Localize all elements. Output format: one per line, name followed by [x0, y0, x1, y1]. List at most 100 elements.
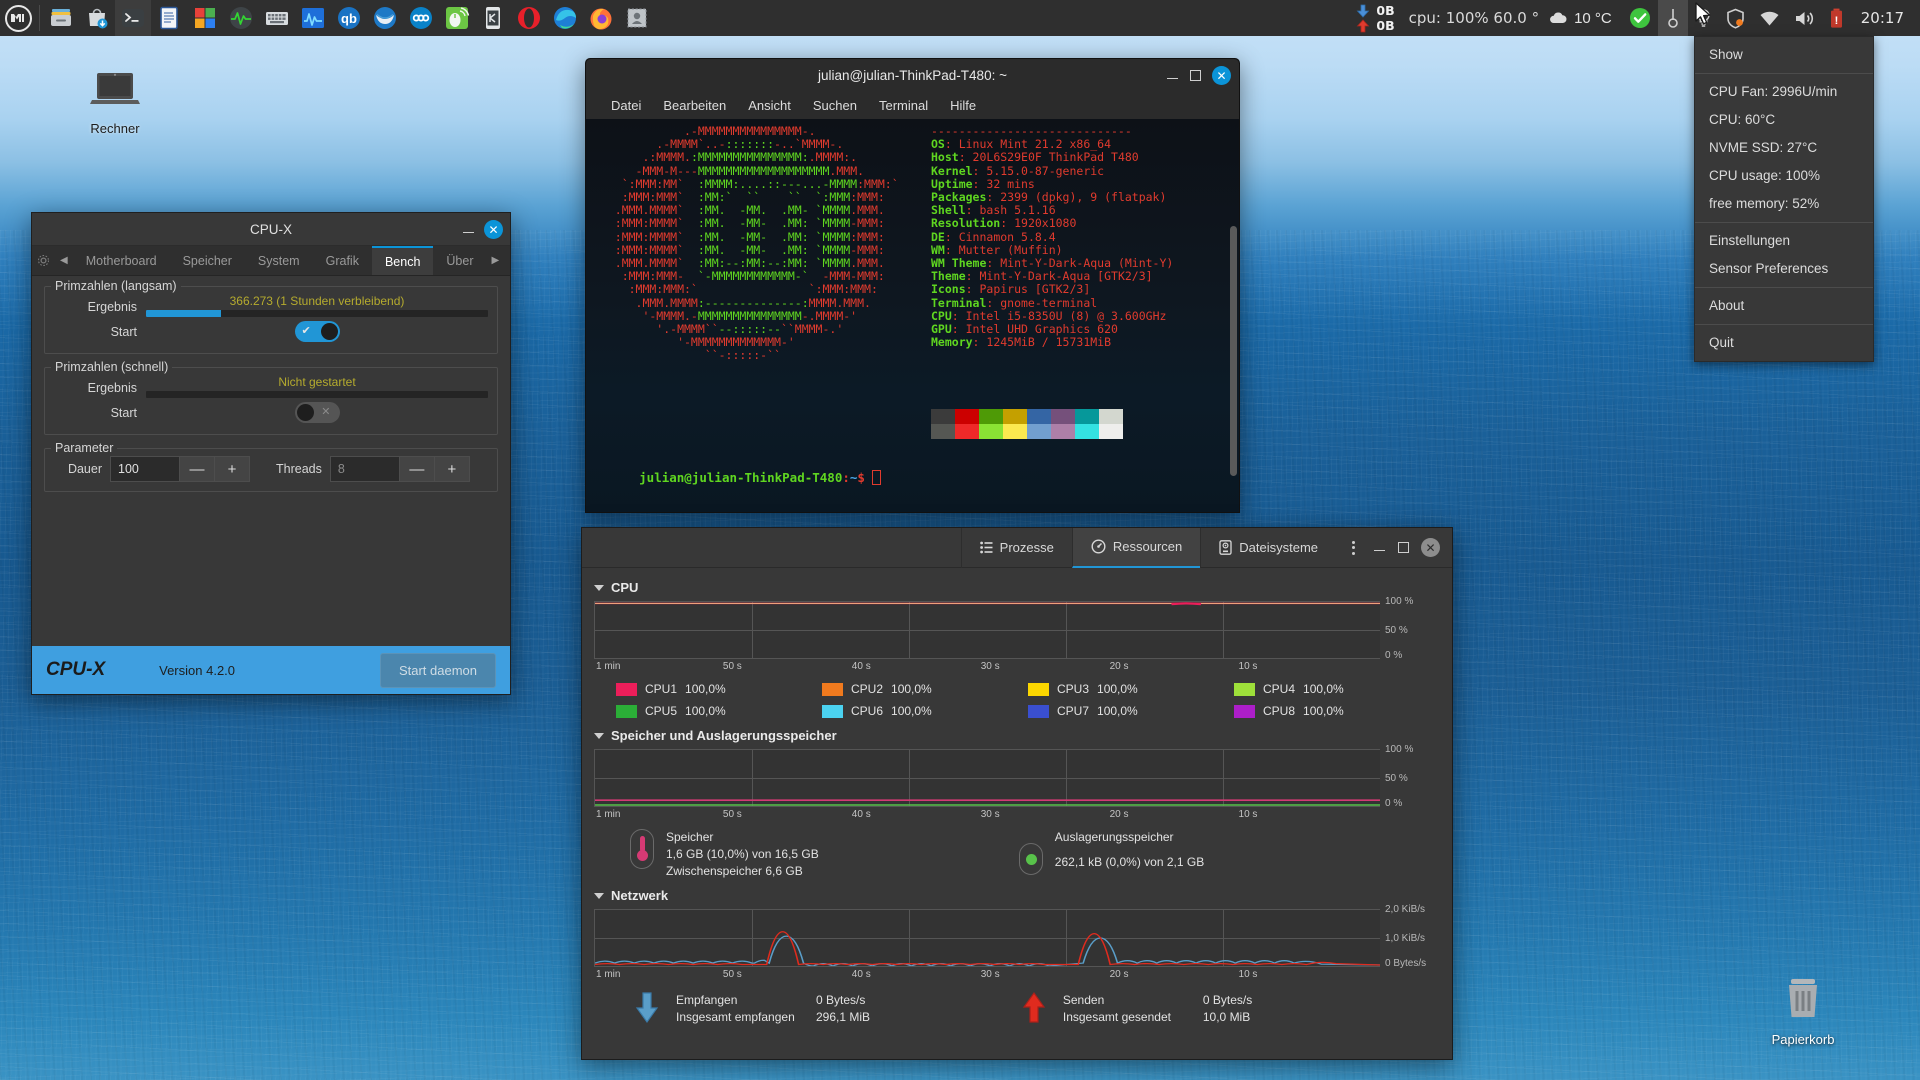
- network-graph-lines: [595, 931, 1380, 966]
- cpu-graph: [594, 601, 1380, 659]
- launcher-files[interactable]: [43, 0, 79, 36]
- volume-icon[interactable]: [1787, 0, 1822, 36]
- threads-decrement-button[interactable]: —: [399, 456, 435, 482]
- memory-section-header[interactable]: Speicher und Auslagerungsspeicher: [594, 728, 1440, 743]
- close-button[interactable]: ✕: [1212, 66, 1231, 85]
- memory-legend: Speicher 1,6 GB (10,0%) von 16,5 GB Zwis…: [594, 823, 1440, 880]
- terminal-scrollbar[interactable]: [1230, 181, 1237, 512]
- clock-applet[interactable]: 20:17: [1851, 9, 1914, 27]
- network-wifi-icon[interactable]: [1752, 0, 1787, 36]
- memory-section-title: Speicher und Auslagerungsspeicher: [611, 728, 837, 743]
- launcher-qbittorrent[interactable]: qb: [331, 0, 367, 36]
- cpu-temp-applet[interactable]: cpu: 100% 60.0 °: [1409, 9, 1539, 27]
- launcher-opera[interactable]: [511, 0, 547, 36]
- prompt-colon: :: [842, 469, 850, 485]
- maximize-button[interactable]: [1190, 70, 1201, 81]
- close-button[interactable]: ✕: [1421, 538, 1440, 557]
- threads-increment-button[interactable]: +: [434, 456, 470, 482]
- tray-menu-item-free-memory[interactable]: free memory: 52%: [1695, 190, 1873, 218]
- tray-menu-item-about[interactable]: About: [1695, 292, 1873, 320]
- tray-menu-item-einstellungen[interactable]: Einstellungen: [1695, 227, 1873, 255]
- tab-dateisysteme[interactable]: Dateisysteme: [1200, 527, 1336, 568]
- gear-icon[interactable]: [32, 246, 55, 275]
- primes-fast-start-toggle[interactable]: ✕: [294, 402, 340, 423]
- launcher-mouse-settings[interactable]: [439, 0, 475, 36]
- net-xtick-2: 40 s: [851, 969, 871, 980]
- launcher-thunderbird[interactable]: [367, 0, 403, 36]
- launcher-stamp-app[interactable]: [619, 0, 655, 36]
- network-section-header[interactable]: Netzwerk: [594, 888, 1440, 903]
- tray-menu-item-cpu-temp[interactable]: CPU: 60°C: [1695, 106, 1873, 134]
- duration-increment-button[interactable]: +: [215, 456, 250, 482]
- color-swatch: [1003, 424, 1027, 439]
- desktop-icon-trash[interactable]: Papierkorb: [1751, 975, 1855, 1047]
- launcher-microsoft-office[interactable]: [187, 0, 223, 36]
- tab-ressourcen[interactable]: Ressourcen: [1071, 527, 1201, 568]
- menu-ansicht[interactable]: Ansicht: [737, 95, 802, 116]
- start-daemon-button[interactable]: Start daemon: [379, 652, 496, 688]
- minimize-button[interactable]: [1373, 541, 1386, 554]
- cpu-section-header[interactable]: CPU: [594, 580, 1440, 595]
- terminal-window-buttons: ✕: [1166, 59, 1231, 92]
- menu-bearbeiten[interactable]: Bearbeiten: [652, 95, 737, 116]
- tab-ueber[interactable]: Über: [433, 246, 486, 275]
- launcher-software-manager[interactable]: [79, 0, 115, 36]
- launcher-onboard-keyboard[interactable]: [259, 0, 295, 36]
- launcher-nextcloud[interactable]: [403, 0, 439, 36]
- minimize-button[interactable]: [462, 223, 475, 236]
- launcher-kde-connect[interactable]: [475, 0, 511, 36]
- tabs-scroll-left[interactable]: ◀: [55, 246, 73, 275]
- tab-motherboard[interactable]: Motherboard: [73, 246, 170, 275]
- tab-system[interactable]: System: [245, 246, 313, 275]
- menu-datei[interactable]: Datei: [600, 95, 652, 116]
- update-manager-tray-icon[interactable]: [1622, 0, 1658, 36]
- close-button[interactable]: ✕: [484, 220, 503, 239]
- cpu-ytick-100: 100 %: [1385, 596, 1414, 607]
- launcher-terminal[interactable]: [115, 0, 151, 36]
- launcher-psensor[interactable]: [295, 0, 331, 36]
- tab-grafik[interactable]: Grafik: [313, 246, 372, 275]
- battery-icon[interactable]: !: [1822, 0, 1851, 36]
- launcher-system-monitor[interactable]: [223, 0, 259, 36]
- tray-menu-item-show[interactable]: Show: [1695, 41, 1873, 69]
- shield-icon[interactable]: [1719, 0, 1752, 36]
- duration-decrement-button[interactable]: —: [180, 456, 215, 482]
- cpu-graph-row: 100 % 50 % 0 %: [594, 596, 1440, 661]
- launcher-firefox[interactable]: [583, 0, 619, 36]
- menu-suchen[interactable]: Suchen: [802, 95, 868, 116]
- mint-menu-button[interactable]: [0, 0, 36, 36]
- tray-menu-item-quit[interactable]: Quit: [1695, 329, 1873, 357]
- launcher-microsoft-edge[interactable]: [547, 0, 583, 36]
- terminal-titlebar[interactable]: julian@julian-ThinkPad-T480: ~ ✕: [586, 59, 1239, 92]
- cpux-titlebar[interactable]: CPU-X ✕: [32, 213, 510, 246]
- psensor-tray-icon[interactable]: [1657, 0, 1688, 36]
- tab-prozesse[interactable]: Prozesse: [960, 527, 1072, 568]
- desktop-icon-computer[interactable]: Rechner: [63, 68, 167, 136]
- scrollbar-thumb[interactable]: [1230, 226, 1237, 476]
- tray-menu-item-nvme-temp[interactable]: NVME SSD: 27°C: [1695, 134, 1873, 162]
- tabs-scroll-right[interactable]: ▶: [487, 246, 505, 275]
- cpu-core-name: CPU8: [1263, 704, 1296, 718]
- cpu-legend-item: CPU2 100,0%: [822, 678, 1028, 700]
- tab-bench[interactable]: Bench: [371, 246, 434, 275]
- launcher-libreoffice-writer[interactable]: [151, 0, 187, 36]
- menu-separator: [1695, 324, 1873, 325]
- threads-input[interactable]: 8: [329, 456, 400, 482]
- more-options-icon[interactable]: [1352, 540, 1355, 555]
- weather-applet[interactable]: 10 °C: [1548, 10, 1612, 27]
- tray-menu-item-cpu-usage[interactable]: CPU usage: 100%: [1695, 162, 1873, 190]
- minimize-button[interactable]: [1166, 69, 1179, 82]
- menu-hilfe[interactable]: Hilfe: [939, 95, 987, 116]
- weather-temp: 10 °C: [1574, 9, 1612, 27]
- maximize-button[interactable]: [1398, 542, 1409, 553]
- duration-input[interactable]: 100: [110, 456, 180, 482]
- terminal-screen[interactable]: .-MMMMMMMMMMMMMMM-. .-MMMM`..-:::::::-..…: [586, 119, 1239, 512]
- network-monitor-applet[interactable]: 0B 0B: [1355, 3, 1395, 33]
- net-xtick-1: 50 s: [722, 969, 742, 980]
- tray-menu-item-sensor-preferences[interactable]: Sensor Preferences: [1695, 255, 1873, 283]
- panel-tray: 0B 0B cpu: 100% 60.0 ° 10 °C ! 20:17: [1355, 0, 1920, 36]
- menu-terminal[interactable]: Terminal: [868, 95, 939, 116]
- tab-speicher[interactable]: Speicher: [170, 246, 245, 275]
- primes-slow-start-toggle[interactable]: ✔: [294, 321, 340, 342]
- tray-menu-item-cpu-fan[interactable]: CPU Fan: 2996U/min: [1695, 78, 1873, 106]
